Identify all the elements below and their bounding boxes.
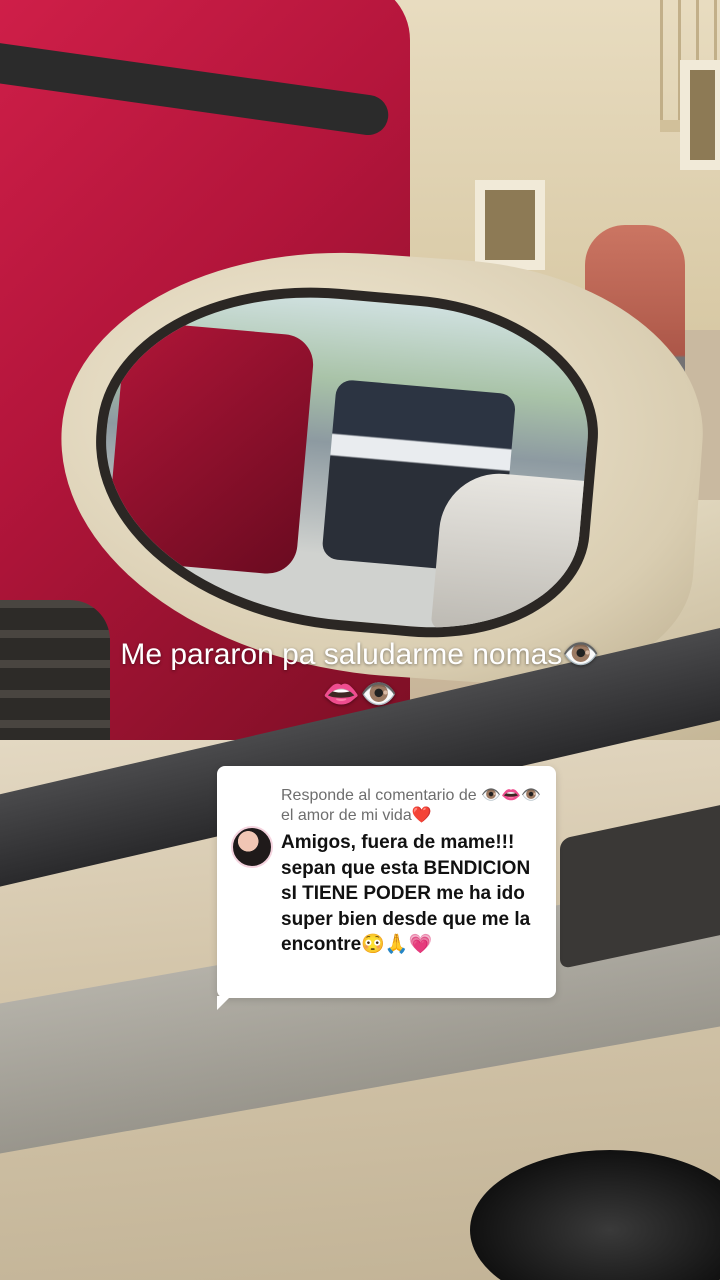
comment-text: Amigos, fuera de mame!!! sepan que esta … xyxy=(281,832,531,955)
building-window xyxy=(475,180,545,270)
commenter-avatar[interactable] xyxy=(231,826,273,868)
reply-header: Responde al comentario de 👁️👄👁️ el amor … xyxy=(281,787,541,824)
reflected-red-truck xyxy=(105,320,316,577)
comment-reply-card[interactable]: Responde al comentario de 👁️👄👁️ el amor … xyxy=(217,766,556,1010)
video-caption: Me pararon pa saludarme nomas👁️👄👁️ xyxy=(120,638,600,711)
building-window xyxy=(680,60,720,170)
